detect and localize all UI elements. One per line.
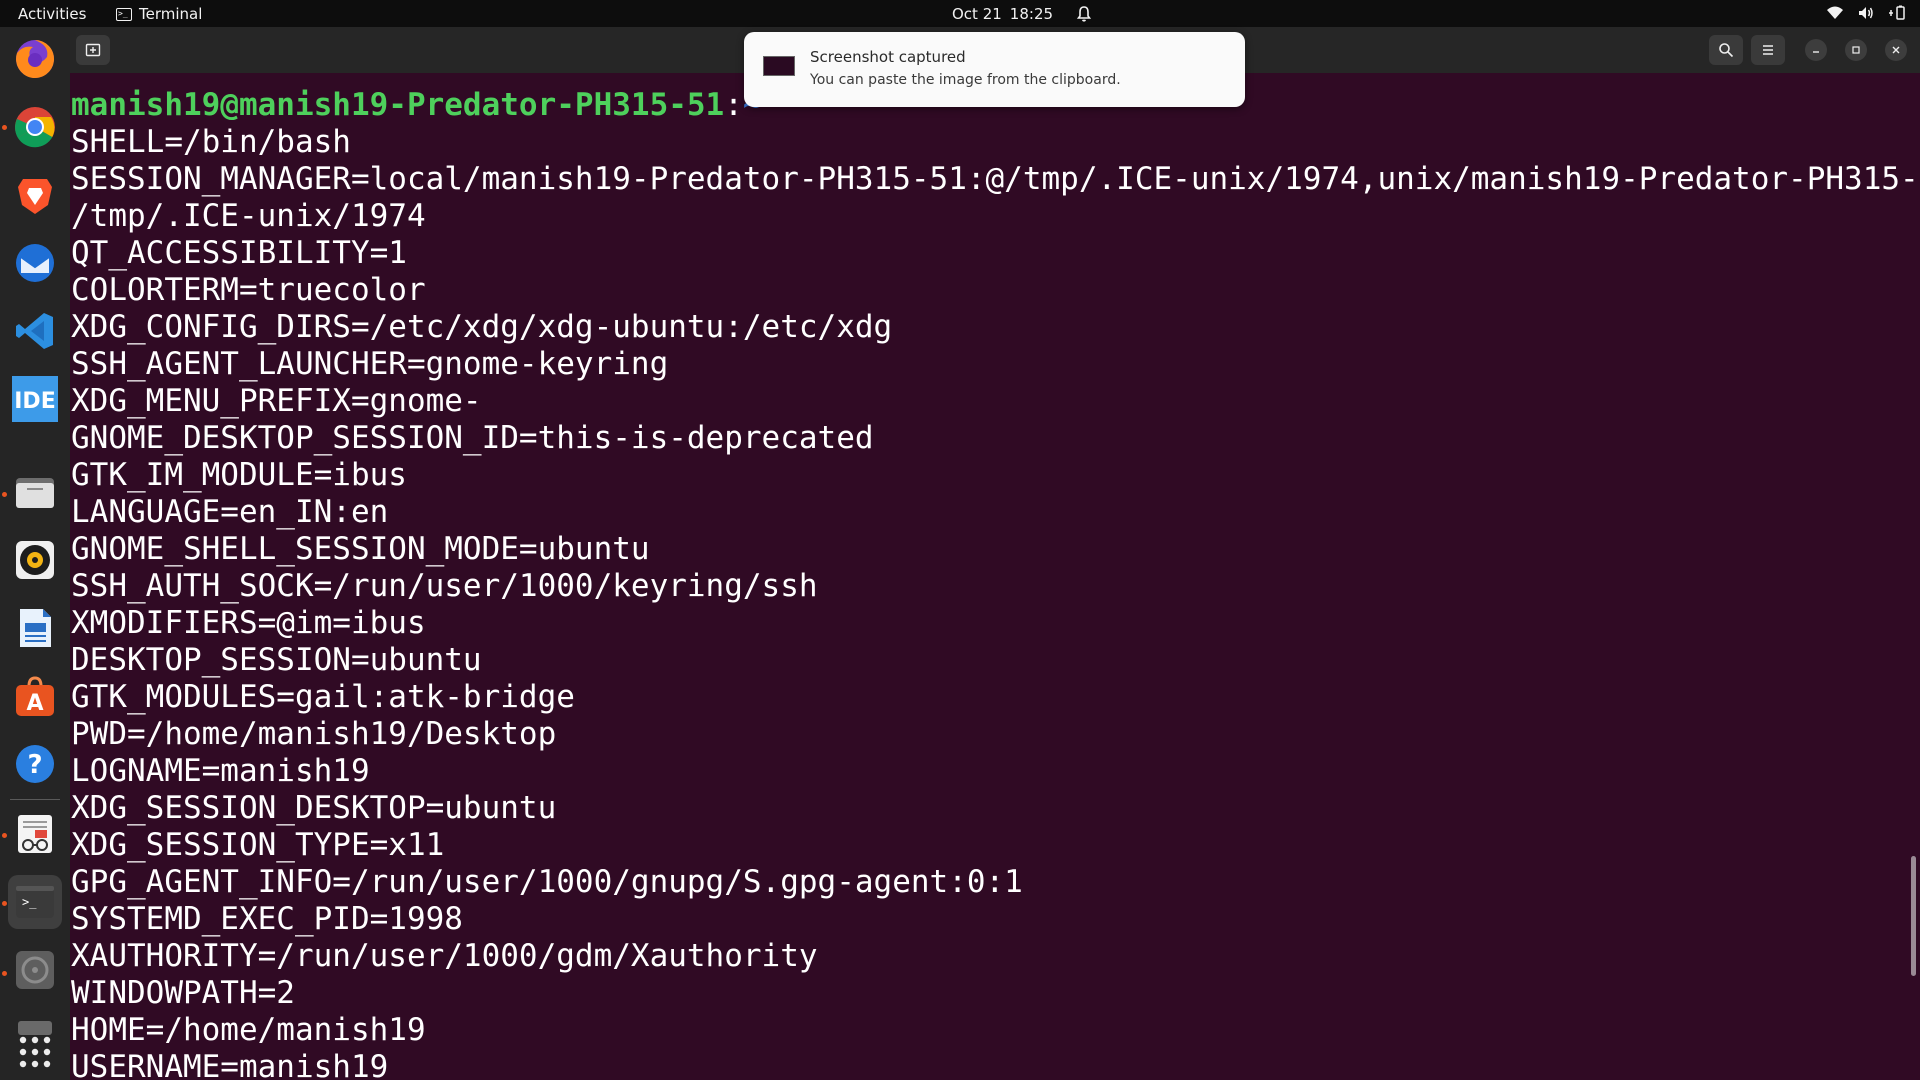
clock[interactable]: Oct 21 18:25 bbox=[952, 5, 1093, 23]
prompt-user: manish19@manish19-Predator-PH315-51 bbox=[71, 87, 725, 123]
restore-button[interactable] bbox=[1845, 39, 1867, 61]
firefox-launcher[interactable] bbox=[8, 32, 62, 86]
close-button[interactable] bbox=[1885, 39, 1907, 61]
minimize-icon bbox=[1813, 51, 1819, 53]
svg-text:>_: >_ bbox=[22, 895, 37, 909]
show-apps-button[interactable] bbox=[8, 1025, 62, 1079]
chrome-icon bbox=[15, 107, 55, 148]
files-icon bbox=[16, 478, 54, 508]
svg-text:?: ? bbox=[27, 750, 42, 780]
terminal-line: USERNAME=manish19 bbox=[71, 1049, 389, 1080]
notification-body: You can paste the image from the clipboa… bbox=[810, 72, 1121, 88]
terminal-line: HOME=/home/manish19 bbox=[71, 1012, 426, 1048]
help-launcher[interactable]: ? bbox=[8, 737, 62, 791]
disk-launcher[interactable] bbox=[8, 943, 62, 997]
terminal-line: SYSTEMD_EXEC_PID=1998 bbox=[71, 901, 463, 937]
close-icon bbox=[1892, 46, 1900, 54]
menu-button[interactable] bbox=[1751, 35, 1785, 65]
app-menu[interactable]: >_ Terminal bbox=[116, 5, 202, 23]
search-button[interactable] bbox=[1709, 35, 1743, 65]
terminal-line: XMODIFIERS=@im=ibus bbox=[71, 605, 426, 641]
thunderbird-launcher[interactable] bbox=[8, 236, 62, 290]
restore-icon bbox=[1852, 46, 1860, 54]
terminal-line: XDG_SESSION_TYPE=x11 bbox=[71, 827, 445, 863]
vscode-icon bbox=[16, 313, 53, 349]
new-tab-icon bbox=[85, 43, 101, 57]
terminal-line: XDG_SESSION_DESKTOP=ubuntu bbox=[71, 790, 557, 826]
app-menu-label: Terminal bbox=[139, 5, 203, 23]
new-tab-button[interactable] bbox=[76, 35, 110, 65]
power-icon bbox=[1889, 5, 1905, 20]
brave-launcher[interactable] bbox=[8, 168, 62, 222]
prompt-colon: : bbox=[724, 87, 743, 123]
thunderbird-icon bbox=[16, 244, 54, 282]
show-apps-icon bbox=[19, 1036, 51, 1068]
terminal-line: WINDOWPATH=2 bbox=[71, 975, 295, 1011]
vscode-launcher[interactable] bbox=[8, 304, 62, 358]
svg-text:A: A bbox=[26, 691, 43, 716]
search-icon bbox=[1719, 43, 1734, 58]
disk-icon bbox=[16, 951, 54, 989]
files-launcher[interactable] bbox=[8, 465, 62, 519]
writer-icon bbox=[20, 609, 51, 647]
firefox-icon bbox=[16, 39, 55, 78]
terminal-icon: >_ bbox=[16, 886, 54, 918]
hamburger-menu-icon bbox=[1763, 45, 1773, 55]
terminal-line: GTK_IM_MODULE=ibus bbox=[71, 457, 407, 493]
terminal-window: manish19@manish19-Predator-PH315-51:~ SH… bbox=[70, 27, 1920, 1080]
ide-launcher[interactable]: IDE bbox=[8, 372, 62, 426]
terminal-line: SSH_AUTH_SOCK=/run/user/1000/keyring/ssh bbox=[71, 568, 818, 604]
terminal-line: QT_ACCESSIBILITY=1 bbox=[71, 235, 407, 271]
terminal-line: XAUTHORITY=/run/user/1000/gdm/Xauthority bbox=[71, 938, 818, 974]
app-center-icon: A bbox=[16, 676, 54, 716]
svg-text:IDE: IDE bbox=[14, 389, 55, 414]
rhythmbox-launcher[interactable] bbox=[8, 533, 62, 587]
wifi-icon bbox=[1827, 6, 1843, 19]
terminal-line: SSH_AGENT_LAUNCHER=gnome-keyring bbox=[71, 346, 669, 382]
notification-title: Screenshot captured bbox=[810, 48, 966, 66]
ide-icon: IDE bbox=[12, 376, 58, 422]
terminal-launcher[interactable]: >_ bbox=[8, 875, 62, 929]
activities-button[interactable]: Activities bbox=[18, 5, 86, 23]
screenshot-notification[interactable]: Screenshot captured You can paste the im… bbox=[744, 32, 1245, 107]
app-center-launcher[interactable]: A bbox=[8, 669, 62, 723]
terminal-output[interactable]: manish19@manish19-Predator-PH315-51:~ SH… bbox=[70, 73, 1920, 1080]
terminal-line: GPG_AGENT_INFO=/run/user/1000/gnupg/S.gp… bbox=[71, 864, 1023, 900]
clock-date: Oct 21 bbox=[952, 5, 1002, 23]
notification-bell-icon bbox=[1076, 6, 1092, 22]
chrome-launcher[interactable] bbox=[8, 100, 62, 154]
minimize-button[interactable] bbox=[1805, 39, 1827, 61]
terminal-small-icon: >_ bbox=[116, 7, 132, 21]
terminal-line: XDG_CONFIG_DIRS=/etc/xdg/xdg-ubuntu:/etc… bbox=[71, 309, 893, 345]
rhythmbox-icon bbox=[16, 541, 54, 579]
terminal-line: SHELL=/bin/bash bbox=[71, 124, 351, 160]
help-icon: ? bbox=[16, 745, 54, 783]
terminal-line: XDG_MENU_PREFIX=gnome- bbox=[71, 383, 482, 419]
terminal-line: /tmp/.ICE-unix/1974 bbox=[71, 198, 426, 234]
terminal-line: SESSION_MANAGER=local/manish19-Predator-… bbox=[71, 161, 1920, 197]
volume-icon bbox=[1859, 7, 1873, 19]
document-viewer-launcher[interactable] bbox=[8, 807, 62, 861]
document-viewer-icon bbox=[18, 815, 52, 853]
terminal-scrollbar[interactable] bbox=[1911, 856, 1916, 976]
terminal-line: GNOME_DESKTOP_SESSION_ID=this-is-depreca… bbox=[71, 420, 874, 456]
prompt-line: manish19@manish19-Predator-PH315-51:~ bbox=[71, 87, 762, 124]
terminal-line: GTK_MODULES=gail:atk-bridge bbox=[71, 679, 575, 715]
clock-time: 18:25 bbox=[1009, 5, 1054, 23]
writer-launcher[interactable] bbox=[8, 601, 62, 655]
system-tray[interactable] bbox=[1826, 4, 1906, 22]
terminal-line: GNOME_SHELL_SESSION_MODE=ubuntu bbox=[71, 531, 650, 567]
top-bar: Activities >_ Terminal Oct 21 18:25 bbox=[0, 0, 1920, 27]
brave-icon bbox=[18, 179, 52, 214]
terminal-line: COLORTERM=truecolor bbox=[71, 272, 426, 308]
dock: IDE A ? >_ bbox=[0, 27, 70, 1080]
terminal-line: DESKTOP_SESSION=ubuntu bbox=[71, 642, 482, 678]
screenshot-thumbnail bbox=[763, 56, 795, 76]
terminal-line: LANGUAGE=en_IN:en bbox=[71, 494, 389, 530]
terminal-line: PWD=/home/manish19/Desktop bbox=[71, 716, 557, 752]
terminal-line: LOGNAME=manish19 bbox=[71, 753, 370, 789]
